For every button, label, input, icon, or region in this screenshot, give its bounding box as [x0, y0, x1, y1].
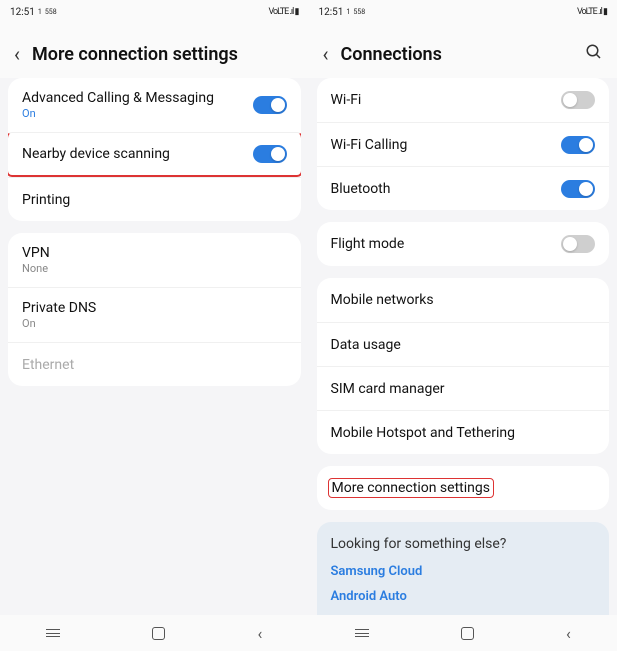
nav-recents-icon[interactable] — [46, 629, 60, 637]
page-title: More connection settings — [32, 44, 294, 65]
row-text: Ethernet — [22, 357, 287, 373]
row-sublabel: On — [22, 107, 253, 120]
settings-card-wifi: Wi-Fi Wi-Fi Calling Bluetooth — [317, 78, 610, 210]
toggle-flight-mode[interactable] — [561, 235, 595, 253]
row-label: Nearby device scanning — [22, 146, 253, 162]
status-right: VoLTE .ıl ▮ — [577, 7, 607, 17]
link-samsung-cloud[interactable]: Samsung Cloud — [331, 564, 596, 579]
settings-card-2: VPN None Private DNS On Ethernet — [8, 233, 301, 386]
status-left: 12:51 1 558 — [319, 7, 366, 18]
row-sublabel: None — [22, 262, 287, 275]
header: ‹ More connection settings — [0, 24, 309, 78]
row-label: Advanced Calling & Messaging — [22, 90, 253, 106]
nav-back-icon[interactable]: ‹ — [258, 624, 263, 643]
search-icon[interactable] — [585, 43, 603, 66]
row-label: Data usage — [331, 337, 401, 353]
back-icon[interactable]: ‹ — [14, 42, 20, 66]
row-vpn[interactable]: VPN None — [8, 233, 301, 287]
row-wifi[interactable]: Wi-Fi — [317, 78, 610, 122]
status-bar: 12:51 1 558 VoLTE .ıl ▮ — [0, 0, 309, 24]
status-right: VoLTE .ıl ▮ — [269, 7, 299, 17]
row-label: Bluetooth — [331, 181, 391, 197]
content-area[interactable]: Advanced Calling & Messaging On Nearby d… — [0, 78, 309, 615]
toggle-bluetooth[interactable] — [561, 180, 595, 198]
row-text: Advanced Calling & Messaging On — [22, 90, 253, 120]
status-time: 12:51 — [10, 7, 35, 18]
row-more-connection-settings[interactable]: More connection settings — [317, 466, 610, 510]
header: ‹ Connections — [309, 24, 617, 78]
status-net: 558 — [353, 9, 365, 16]
row-advanced-calling[interactable]: Advanced Calling & Messaging On — [8, 78, 301, 132]
row-label: Mobile Hotspot and Tethering — [331, 425, 515, 441]
looking-for-card: Looking for something else? Samsung Clou… — [317, 522, 610, 615]
back-icon[interactable]: ‹ — [323, 42, 329, 66]
nav-back-icon[interactable]: ‹ — [566, 624, 571, 643]
toggle-wifi[interactable] — [561, 91, 595, 109]
phone-left-more-connection-settings: 12:51 1 558 VoLTE .ıl ▮ ‹ More connectio… — [0, 0, 309, 651]
row-nearby-device-scanning[interactable]: Nearby device scanning — [8, 132, 301, 177]
toggle-advanced-calling[interactable] — [253, 96, 287, 114]
page-title: Connections — [341, 44, 573, 65]
row-label: Private DNS — [22, 300, 287, 316]
nav-bar: ‹ — [0, 615, 309, 651]
status-time: 12:51 — [319, 7, 344, 18]
status-left: 12:51 1 558 — [10, 7, 57, 18]
row-label: SIM card manager — [331, 381, 445, 397]
row-text: Nearby device scanning — [22, 146, 253, 162]
nav-bar: ‹ — [309, 615, 617, 651]
settings-card-1: Advanced Calling & Messaging On Nearby d… — [8, 78, 301, 221]
row-text: Private DNS On — [22, 300, 287, 330]
row-private-dns[interactable]: Private DNS On — [8, 287, 301, 342]
settings-card-network: Mobile networks Data usage SIM card mana… — [317, 278, 610, 454]
row-label: Wi-Fi Calling — [331, 137, 408, 153]
row-printing[interactable]: Printing — [8, 177, 301, 221]
row-label: Ethernet — [22, 357, 287, 373]
status-signal-icons: VoLTE .ıl ▮ — [577, 7, 607, 17]
nav-home-icon[interactable] — [152, 627, 165, 640]
row-text: Printing — [22, 192, 287, 208]
status-sim: 1 — [38, 9, 42, 16]
row-wifi-calling[interactable]: Wi-Fi Calling — [317, 122, 610, 166]
row-data-usage[interactable]: Data usage — [317, 322, 610, 366]
row-bluetooth[interactable]: Bluetooth — [317, 166, 610, 210]
row-label: VPN — [22, 245, 287, 261]
row-flight-mode[interactable]: Flight mode — [317, 222, 610, 266]
nav-home-icon[interactable] — [461, 627, 474, 640]
status-net: 558 — [45, 9, 57, 16]
settings-card-more: More connection settings — [317, 466, 610, 510]
row-mobile-networks[interactable]: Mobile networks — [317, 278, 610, 322]
row-sim-card-manager[interactable]: SIM card manager — [317, 366, 610, 410]
status-signal-icons: VoLTE .ıl ▮ — [269, 7, 299, 17]
status-bar: 12:51 1 558 VoLTE .ıl ▮ — [309, 0, 617, 24]
toggle-wifi-calling[interactable] — [561, 136, 595, 154]
row-label: Flight mode — [331, 236, 405, 252]
row-ethernet: Ethernet — [8, 342, 301, 386]
row-sublabel: On — [22, 317, 287, 330]
row-label: Wi-Fi — [331, 92, 362, 108]
content-area[interactable]: Wi-Fi Wi-Fi Calling Bluetooth Flight mod… — [309, 78, 617, 615]
nav-recents-icon[interactable] — [355, 629, 369, 637]
row-label: More connection settings — [328, 478, 494, 498]
row-label: Printing — [22, 192, 287, 208]
settings-card-flight: Flight mode — [317, 222, 610, 266]
phone-right-connections: 12:51 1 558 VoLTE .ıl ▮ ‹ Connections Wi… — [309, 0, 617, 651]
row-label: Mobile networks — [331, 292, 434, 308]
link-android-auto[interactable]: Android Auto — [331, 589, 596, 604]
toggle-nearby-device-scanning[interactable] — [253, 145, 287, 163]
status-sim: 1 — [346, 9, 350, 16]
row-text: VPN None — [22, 245, 287, 275]
row-mobile-hotspot[interactable]: Mobile Hotspot and Tethering — [317, 410, 610, 454]
looking-title: Looking for something else? — [331, 536, 596, 552]
